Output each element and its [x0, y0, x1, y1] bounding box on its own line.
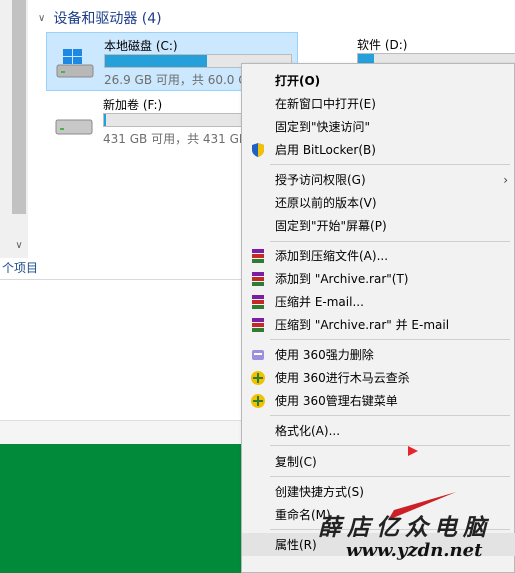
menu-item-label: 打开(O)	[275, 74, 321, 88]
menu-item-create-shortcut[interactable]: 创建快捷方式(S)	[242, 480, 515, 503]
menu-item-label: 固定到"快速访问"	[275, 120, 371, 134]
menu-item-add-archive-rar[interactable]: 添加到 "Archive.rar"(T)	[242, 267, 515, 290]
menu-item-360-delete[interactable]: 使用 360强力删除	[242, 343, 515, 366]
menu-item-label: 使用 360管理右键菜单	[275, 394, 398, 408]
menu-item-label: 属性(R)	[275, 538, 317, 552]
menu-item-label: 在新窗口中打开(E)	[275, 97, 376, 111]
360-manage-icon	[251, 393, 265, 408]
vertical-scrollbar[interactable]: ∨	[0, 0, 28, 258]
menu-item-label: 创建快捷方式(S)	[275, 485, 364, 499]
menu-item-grant-access[interactable]: 授予访问权限(G) ›	[242, 168, 515, 191]
menu-separator	[270, 241, 510, 242]
menu-separator	[270, 339, 510, 340]
menu-item-label: 压缩到 "Archive.rar" 并 E-mail	[275, 318, 450, 332]
devices-group-header[interactable]: ∨ 设备和驱动器 (4)	[38, 8, 162, 28]
menu-item-copy[interactable]: 复制(C)	[242, 450, 515, 473]
menu-item-compress-email[interactable]: 压缩并 E-mail...	[242, 290, 515, 313]
drive-name: 本地磁盘 (C:)	[104, 39, 178, 53]
menu-separator	[270, 476, 510, 477]
winrar-icon	[252, 294, 264, 309]
menu-item-label: 固定到"开始"屏幕(P)	[275, 219, 387, 233]
group-title: 设备和驱动器 (4)	[53, 11, 162, 27]
windows-drive-icon	[56, 49, 94, 78]
watermark-url: www.yzdn.net	[346, 540, 483, 561]
drive-info: 431 GB 可用，共 431 GB	[103, 132, 248, 146]
menu-item-bitlocker[interactable]: 启用 BitLocker(B)	[242, 138, 515, 161]
drive-usage-fill	[104, 114, 106, 126]
menu-item-open[interactable]: 打开(O)	[242, 69, 515, 92]
scrollbar-thumb[interactable]	[12, 0, 26, 214]
menu-item-format[interactable]: 格式化(A)...	[242, 419, 515, 442]
menu-item-label: 添加到压缩文件(A)...	[275, 249, 389, 263]
menu-item-label: 压缩并 E-mail...	[275, 295, 364, 309]
winrar-icon	[252, 271, 264, 286]
shield-icon	[252, 142, 264, 157]
menu-item-label: 还原以前的版本(V)	[275, 196, 377, 210]
status-divider	[0, 279, 242, 280]
watermark-text: 薛店亿众电脑	[318, 514, 492, 541]
status-item-count: 个项目	[2, 261, 39, 275]
menu-item-360-scan[interactable]: 使用 360进行木马云查杀	[242, 366, 515, 389]
drive-info: 26.9 GB 可用，共 60.0 GB	[104, 73, 256, 87]
menu-item-label: 使用 360进行木马云查杀	[275, 371, 410, 385]
menu-item-label: 格式化(A)...	[275, 424, 341, 438]
menu-item-pin-quick-access[interactable]: 固定到"快速访问"	[242, 115, 515, 138]
scroll-down-icon[interactable]: ∨	[12, 238, 26, 254]
menu-item-360-manage[interactable]: 使用 360管理右键菜单	[242, 389, 515, 412]
menu-separator	[270, 164, 510, 165]
menu-item-label: 启用 BitLocker(B)	[275, 143, 376, 157]
chevron-down-icon[interactable]: ∨	[38, 13, 45, 24]
drive-name: 软件 (D:)	[357, 38, 408, 52]
360-scan-icon	[251, 370, 265, 385]
context-menu: 打开(O) 在新窗口中打开(E) 固定到"快速访问" 启用 BitLocker(…	[241, 63, 515, 573]
menu-item-label: 使用 360强力删除	[275, 348, 374, 362]
menu-item-compress-rar-email[interactable]: 压缩到 "Archive.rar" 并 E-mail	[242, 313, 515, 336]
menu-item-label: 授予访问权限(G)	[275, 173, 366, 187]
drive-name: 新加卷 (F:)	[103, 98, 163, 112]
drive-icon	[55, 119, 93, 135]
drive-usage-fill	[105, 55, 208, 67]
winrar-icon	[252, 317, 264, 332]
winrar-icon	[252, 248, 264, 263]
menu-item-restore-versions[interactable]: 还原以前的版本(V)	[242, 191, 515, 214]
submenu-arrow-icon: ›	[503, 172, 508, 187]
360-delete-icon	[252, 349, 264, 360]
menu-item-add-archive[interactable]: 添加到压缩文件(A)...	[242, 244, 515, 267]
menu-separator	[270, 415, 510, 416]
menu-item-label: 添加到 "Archive.rar"(T)	[275, 272, 409, 286]
menu-item-pin-start[interactable]: 固定到"开始"屏幕(P)	[242, 214, 515, 237]
menu-item-open-new-window[interactable]: 在新窗口中打开(E)	[242, 92, 515, 115]
menu-separator	[270, 445, 510, 446]
menu-item-label: 复制(C)	[275, 455, 317, 469]
red-arrow-icon	[408, 446, 418, 456]
